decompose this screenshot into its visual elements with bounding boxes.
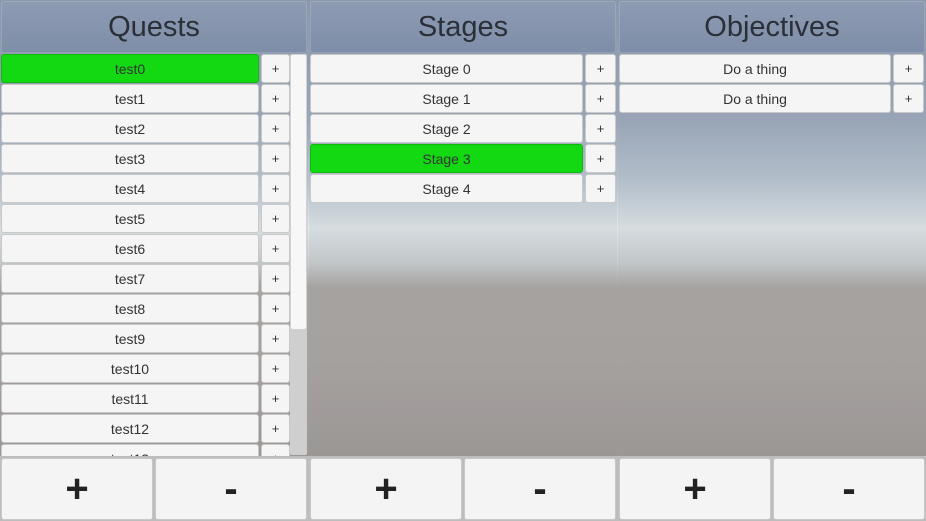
quests-item-add-button[interactable]: + — [261, 444, 290, 456]
quests-item-button[interactable]: test12 — [1, 414, 259, 443]
quests-panel: Quests test0 + test1 + test2 + test3 + test4 + tes… — [0, 0, 308, 456]
quests-header: Quests — [1, 1, 307, 53]
objectives-item-button[interactable]: Do a thing — [619, 54, 891, 83]
quests-item-button[interactable]: test1 — [1, 84, 259, 113]
remove-stage-button[interactable]: - — [464, 458, 616, 520]
add-stage-button[interactable]: + — [310, 458, 462, 520]
objectives-item-button[interactable]: Do a thing — [619, 84, 891, 113]
quests-item-button[interactable]: test13 — [1, 444, 259, 456]
stages-item-add-button[interactable]: + — [585, 84, 616, 113]
quests-item-add-button[interactable]: + — [261, 414, 290, 443]
quests-item-button[interactable]: test11 — [1, 384, 259, 413]
objectives-item-add-button[interactable]: + — [893, 54, 924, 83]
stages-item-add-button[interactable]: + — [585, 114, 616, 143]
quests-item-button[interactable]: test4 — [1, 174, 259, 203]
quests-scrollbar[interactable] — [290, 54, 307, 455]
stages-item-button[interactable]: Stage 4 — [310, 174, 583, 203]
quests-item-add-button[interactable]: + — [261, 54, 290, 83]
quests-item-add-button[interactable]: + — [261, 264, 290, 293]
stages-panel: Stages Stage 0 + Stage 1 + Stage 2 + Stage 3 + S… — [309, 0, 617, 456]
quests-item-button[interactable]: test7 — [1, 264, 259, 293]
quests-item-button[interactable]: test5 — [1, 204, 259, 233]
quests-item-button[interactable]: test8 — [1, 294, 259, 323]
quests-item-button[interactable]: test2 — [1, 114, 259, 143]
quests-item-add-button[interactable]: + — [261, 84, 290, 113]
quests-item-button[interactable]: test3 — [1, 144, 259, 173]
quests-item-add-button[interactable]: + — [261, 324, 290, 353]
add-quest-button[interactable]: + — [1, 458, 153, 520]
stages-item-button[interactable]: Stage 1 — [310, 84, 583, 113]
stages-item-button[interactable]: Stage 0 — [310, 54, 583, 83]
quests-item-button[interactable]: test10 — [1, 354, 259, 383]
objectives-header: Objectives — [619, 1, 925, 53]
stages-item-add-button[interactable]: + — [585, 174, 616, 203]
quests-item-add-button[interactable]: + — [261, 384, 290, 413]
stages-item-add-button[interactable]: + — [585, 54, 616, 83]
remove-objective-button[interactable]: - — [773, 458, 925, 520]
stages-item-add-button[interactable]: + — [585, 144, 616, 173]
stages-item-button[interactable]: Stage 2 — [310, 114, 583, 143]
quests-item-add-button[interactable]: + — [261, 144, 290, 173]
quests-item-add-button[interactable]: + — [261, 204, 290, 233]
objectives-panel: Objectives Do a thing + Do a thing + — [618, 0, 926, 456]
add-objective-button[interactable]: + — [619, 458, 771, 520]
quests-item-add-button[interactable]: + — [261, 294, 290, 323]
stages-item-button[interactable]: Stage 3 — [310, 144, 583, 173]
quests-item-button[interactable]: test6 — [1, 234, 259, 263]
stages-header: Stages — [310, 1, 616, 53]
quests-item-add-button[interactable]: + — [261, 234, 290, 263]
quests-item-add-button[interactable]: + — [261, 354, 290, 383]
quests-item-add-button[interactable]: + — [261, 114, 290, 143]
quests-item-add-button[interactable]: + — [261, 174, 290, 203]
quests-item-button[interactable]: test0 — [1, 54, 259, 83]
quests-scrollbar-thumb[interactable] — [290, 54, 307, 330]
quests-item-button[interactable]: test9 — [1, 324, 259, 353]
objectives-item-add-button[interactable]: + — [893, 84, 924, 113]
remove-quest-button[interactable]: - — [155, 458, 307, 520]
